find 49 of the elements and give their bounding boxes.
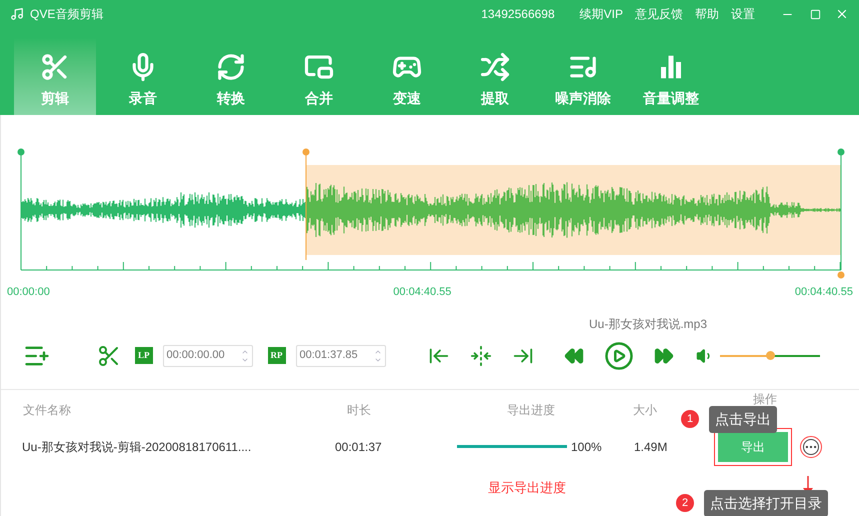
toolbar-tab[interactable]: 音量调整 [630,38,712,115]
header-link[interactable]: 帮助 [695,5,719,23]
header-link[interactable]: 续期VIP [580,5,623,23]
play-icon[interactable] [604,340,634,370]
middle-time: 00:04:40.55 [393,285,452,300]
toolbar-tab[interactable]: 剪辑 [14,38,96,115]
toolbar-tab[interactable]: 变速 [366,38,448,115]
fast-forward-icon[interactable] [654,346,674,366]
tooltip: 点击选择打开目录 [704,490,828,516]
column-header: 文件名称 [23,402,72,418]
toolbar-tab[interactable]: 转换 [190,38,272,115]
progress-percent: 100% [571,438,603,456]
refresh-icon [216,52,246,82]
file-name: Uu-那女孩对我说.mp3 [589,316,708,332]
scissors-icon[interactable] [97,344,121,368]
phone-number: 13492566698 [481,6,555,23]
music-note-icon [10,7,24,21]
more-icon[interactable] [803,438,819,454]
volume-slider[interactable] [720,350,820,360]
step-badge: 2 [676,494,694,512]
fold-horizontal-icon[interactable] [470,344,492,366]
toolbar-tab[interactable]: 合并 [278,38,360,115]
column-header: 大小 [633,402,658,418]
export-button[interactable]: 导出 [718,432,788,462]
rewind-icon[interactable] [564,346,584,366]
start-time: 00:00:00 [7,285,50,300]
lp-badge: LP [135,346,153,364]
maximize-icon[interactable] [810,8,821,20]
column-header: 导出进度 [507,402,556,418]
column-header: 操作 [753,390,777,408]
toolbar-tab[interactable]: 录音 [102,38,184,115]
toolbar-tab[interactable]: 提取 [454,38,536,115]
shuffle-icon [480,52,510,82]
close-icon[interactable] [835,7,849,21]
rp-badge: RP [268,346,286,364]
lp-time-field[interactable]: 00:00:00.00 [162,344,253,366]
rp-time-field[interactable]: 00:01:37.85 [296,344,386,366]
end-time: 00:04:40.55 [794,285,853,300]
toolbar-tab[interactable]: 噪声消除 [542,38,624,115]
header-link[interactable]: 设置 [731,5,755,23]
size-cell-text: 1.49M [634,438,668,456]
window-title: QVE音频剪辑 [30,6,104,23]
tooltip: 点击导出 [709,406,777,432]
progress-note: 显示导出进度 [488,478,566,496]
column-header: 时长 [347,402,372,418]
duration-cell-text: 00:01:37 [335,438,383,456]
header-link[interactable]: 意见反馈 [635,5,683,23]
file-name-cell-text: Uu-那女孩对我说-剪辑-20200818170611.... [22,438,252,456]
step-badge: 1 [681,410,699,428]
